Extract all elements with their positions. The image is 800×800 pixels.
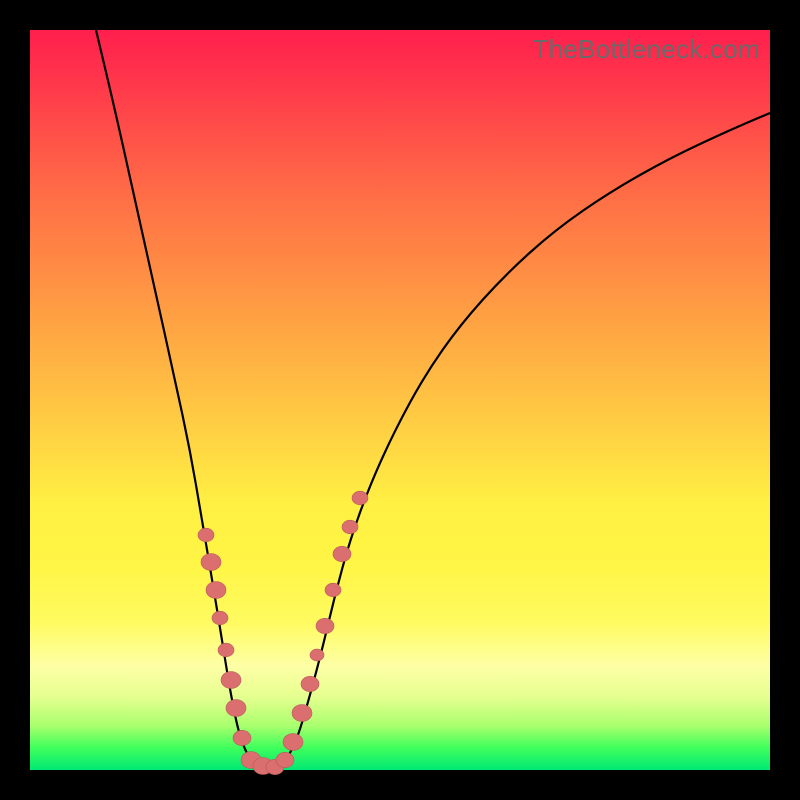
data-bead xyxy=(352,491,368,505)
chart-frame: TheBottleneck.com xyxy=(0,0,800,800)
data-bead xyxy=(325,583,341,597)
data-bead xyxy=(292,705,312,722)
data-bead xyxy=(301,676,319,691)
data-bead xyxy=(333,546,351,561)
data-bead xyxy=(283,734,303,751)
bottleneck-curve xyxy=(96,30,770,767)
plot-area: TheBottleneck.com xyxy=(30,30,770,770)
data-bead xyxy=(310,649,324,661)
data-bead xyxy=(218,643,234,657)
data-bead xyxy=(226,700,246,717)
data-bead xyxy=(276,752,294,767)
data-bead xyxy=(201,554,221,571)
data-bead xyxy=(233,730,251,745)
data-bead xyxy=(198,528,214,542)
data-bead xyxy=(342,520,358,534)
data-bead xyxy=(221,672,241,689)
data-beads xyxy=(198,491,368,774)
data-bead xyxy=(316,618,334,633)
data-bead xyxy=(206,582,226,599)
data-bead xyxy=(212,611,228,625)
chart-svg xyxy=(30,30,770,770)
